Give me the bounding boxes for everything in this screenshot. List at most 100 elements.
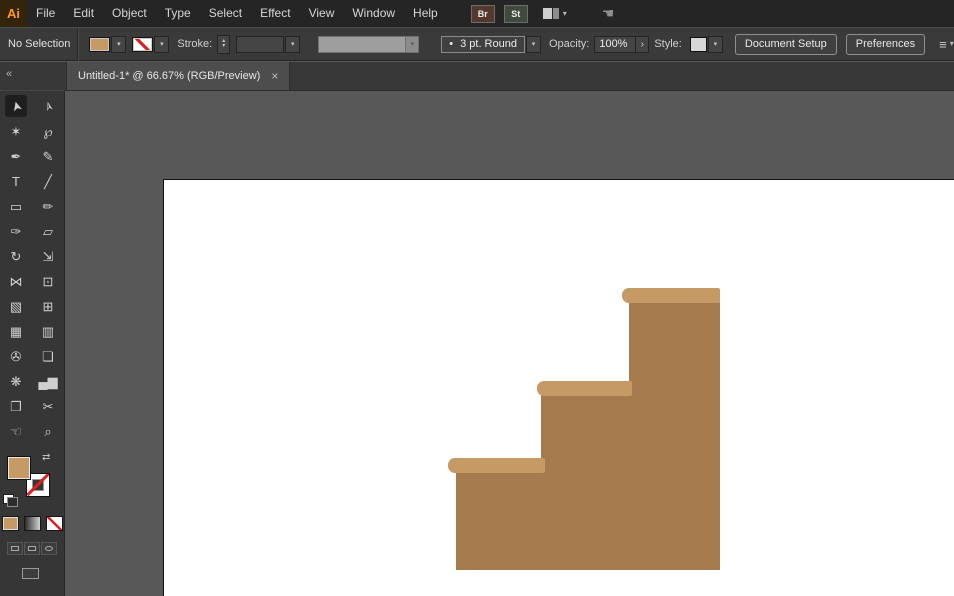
default-fill-stroke-icon[interactable] — [3, 494, 18, 507]
rectangle-tool[interactable]: ▭ — [0, 194, 32, 219]
staircase-tread-3[interactable] — [622, 288, 720, 303]
type-tool[interactable]: T — [0, 169, 32, 194]
hand-gesture-icon[interactable]: ☚ — [602, 5, 615, 22]
artboard[interactable] — [163, 179, 954, 596]
stroke-weight-field[interactable] — [236, 36, 284, 53]
selection-tool[interactable]: ➤ — [5, 95, 27, 117]
style-label[interactable]: Style: — [654, 38, 682, 50]
draw-behind-button[interactable] — [24, 542, 40, 555]
align-icon: ≡ — [939, 37, 947, 52]
staircase-tread-1[interactable] — [448, 458, 545, 473]
lasso-tool[interactable]: ℘ — [32, 119, 64, 144]
brush-definition-field[interactable]: • 3 pt. Round — [441, 36, 525, 53]
staircase-tread-2[interactable] — [537, 381, 632, 396]
free-transform-tool-icon: ⊡ — [43, 275, 54, 288]
menu-window[interactable]: Window — [343, 0, 404, 27]
swap-fill-stroke-icon[interactable]: ⇄ — [42, 452, 50, 463]
document-tab-title[interactable]: Untitled-1* @ 66.67% (RGB/Preview) — [78, 70, 260, 82]
brush-definition-dropdown[interactable]: • 3 pt. Round ▾ — [425, 36, 541, 53]
align-dropdown[interactable]: ≡ ▾ — [939, 37, 954, 52]
magic-wand-tool[interactable]: ✶ — [0, 119, 32, 144]
menu-view[interactable]: View — [300, 0, 344, 27]
shaper-tool[interactable]: ✑ — [0, 219, 32, 244]
close-icon[interactable]: × — [271, 70, 278, 82]
gradient-tool-icon: ▥ — [42, 325, 54, 338]
opacity-chevron-icon[interactable]: › — [636, 36, 649, 53]
fill-swatch[interactable] — [7, 456, 31, 480]
document-setup-button[interactable]: Document Setup — [735, 34, 837, 55]
opacity-label[interactable]: Opacity: — [549, 38, 589, 50]
menu-file[interactable]: File — [27, 0, 64, 27]
screen-mode-button[interactable] — [22, 568, 39, 579]
preferences-button[interactable]: Preferences — [846, 34, 925, 55]
direct-selection-tool[interactable]: ➢ — [32, 94, 64, 119]
menu-help[interactable]: Help — [404, 0, 447, 27]
chevron-down-icon[interactable]: ▾ — [526, 36, 541, 53]
hand-tool[interactable]: ☜ — [0, 419, 32, 444]
column-graph-tool-icon: ▄▆ — [38, 375, 57, 388]
none-button[interactable] — [46, 516, 63, 531]
zoom-tool[interactable]: ⌕ — [32, 419, 64, 444]
menu-edit[interactable]: Edit — [64, 0, 103, 27]
canvas-pasteboard[interactable] — [65, 90, 954, 596]
staircase-step-3[interactable] — [629, 302, 720, 570]
slice-tool[interactable]: ✂ — [32, 394, 64, 419]
paintbrush-tool[interactable]: ✏ — [32, 194, 64, 219]
mesh-tool-icon: ▦ — [10, 325, 22, 338]
stroke-color-dropdown[interactable]: ▾ — [132, 36, 169, 53]
opacity-field[interactable]: 100% — [594, 36, 636, 53]
shape-builder-tool[interactable]: ▧ — [0, 294, 32, 319]
shaper-tool-icon: ✑ — [11, 225, 22, 238]
chevron-down-icon[interactable]: ▾ — [111, 36, 126, 53]
eyedropper-tool[interactable]: ✇ — [0, 344, 32, 369]
rotate-tool[interactable]: ↻ — [0, 244, 32, 269]
control-bar: No Selection ▾ ▾ Stroke: ▴ ▾ ▾ ▾ • 3 pt.… — [0, 27, 954, 61]
stock-button[interactable]: St — [504, 5, 528, 23]
chevron-down-icon[interactable]: ▾ — [708, 36, 723, 53]
stroke-weight-combo[interactable]: ▾ — [236, 36, 300, 53]
blend-tool[interactable]: ❏ — [32, 344, 64, 369]
mesh-tool[interactable]: ▦ — [0, 319, 32, 344]
style-dropdown[interactable]: ▾ — [690, 36, 723, 53]
menu-effect[interactable]: Effect — [251, 0, 299, 27]
color-button[interactable] — [2, 516, 19, 531]
width-tool[interactable]: ⋈ — [0, 269, 32, 294]
zoom-tool-icon: ⌕ — [44, 425, 51, 438]
perspective-grid-tool[interactable]: ⊞ — [32, 294, 64, 319]
fill-color-dropdown[interactable]: ▾ — [89, 36, 126, 53]
draw-inside-button[interactable] — [41, 542, 57, 555]
stepper-down-icon[interactable]: ▾ — [222, 44, 225, 49]
bridge-button[interactable]: Br — [471, 5, 495, 23]
separator — [77, 28, 79, 61]
selection-status: No Selection — [8, 38, 70, 50]
menu-type[interactable]: Type — [156, 0, 200, 27]
symbol-sprayer-tool[interactable]: ❋ — [0, 369, 32, 394]
artboard-tool-icon: ❐ — [10, 400, 22, 413]
stroke-none-swatch[interactable] — [132, 37, 153, 52]
collapse-panel-icon[interactable]: « — [6, 68, 11, 80]
line-segment-tool[interactable]: ╱ — [32, 169, 64, 194]
rectangle-tool-icon: ▭ — [10, 200, 22, 213]
chevron-down-icon: ▾ — [950, 40, 954, 48]
menu-select[interactable]: Select — [200, 0, 251, 27]
curvature-tool[interactable]: ✎ — [32, 144, 64, 169]
chevron-down-icon[interactable]: ▾ — [154, 36, 169, 53]
column-graph-tool[interactable]: ▄▆ — [32, 369, 64, 394]
fill-color-swatch[interactable] — [89, 37, 110, 52]
scale-tool[interactable]: ⇲ — [32, 244, 64, 269]
document-tab[interactable]: Untitled-1* @ 66.67% (RGB/Preview) × — [66, 62, 290, 90]
artboard-tool[interactable]: ❐ — [0, 394, 32, 419]
stroke-label[interactable]: Stroke: — [177, 38, 212, 50]
style-swatch[interactable] — [690, 37, 707, 52]
gradient-tool[interactable]: ▥ — [32, 319, 64, 344]
chevron-down-icon[interactable]: ▾ — [285, 36, 300, 53]
free-transform-tool[interactable]: ⊡ — [32, 269, 64, 294]
workspace-switcher[interactable]: ▾ — [543, 8, 567, 19]
direct-selection-tool-icon: ➢ — [40, 100, 55, 114]
stroke-weight-stepper[interactable]: ▴ ▾ — [217, 35, 230, 54]
eraser-tool[interactable]: ▱ — [32, 219, 64, 244]
gradient-button[interactable] — [24, 516, 41, 531]
draw-normal-button[interactable] — [7, 542, 23, 555]
menu-object[interactable]: Object — [103, 0, 156, 27]
pen-tool[interactable]: ✒ — [0, 144, 32, 169]
